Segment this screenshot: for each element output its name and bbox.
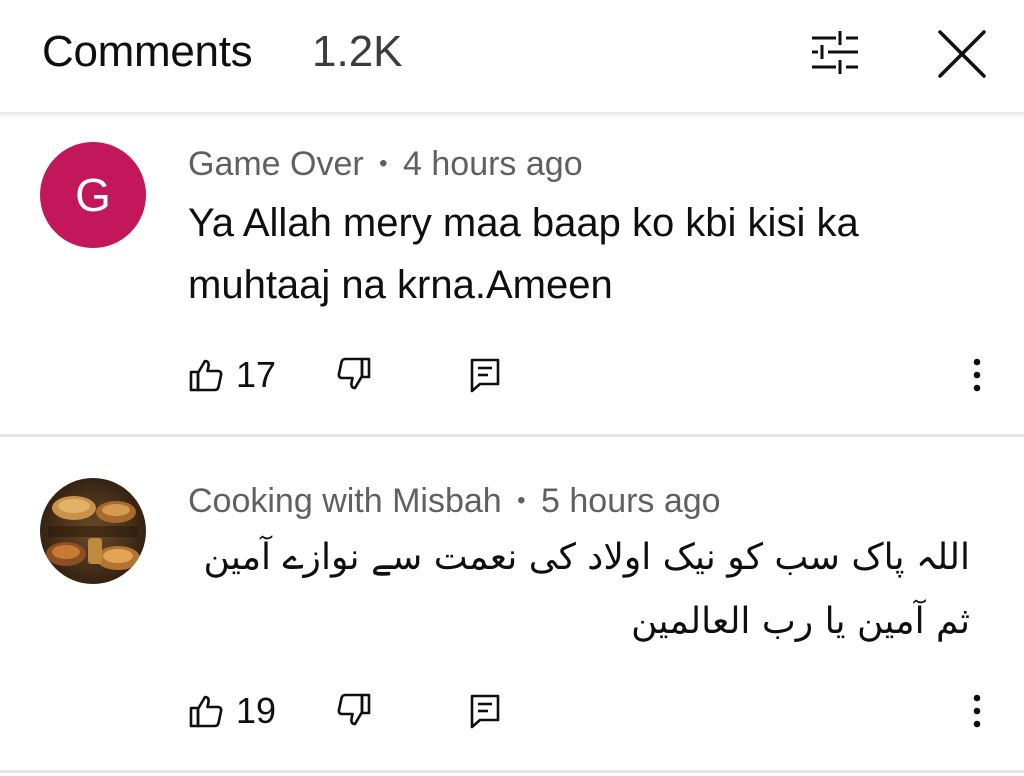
comments-title: Comments (42, 27, 253, 76)
comment-time[interactable]: 5 hours ago (541, 482, 721, 520)
comment-meta: Cooking with Misbah • 5 hours ago (188, 481, 721, 521)
dislike-button[interactable] (336, 692, 372, 733)
like-count: 17 (236, 354, 277, 395)
comment-author[interactable]: Cooking with Misbah (188, 482, 502, 520)
vertical-dots-icon (973, 694, 981, 728)
comment-meta: Game Over • 4 hours ago (188, 144, 583, 184)
avatar[interactable] (40, 478, 146, 584)
avatar-letter: G (40, 142, 146, 248)
like-button[interactable]: 17 (188, 350, 276, 400)
comment-text: اللہ پاک سب کو نیک اولاد کی نعمت سے نواز… (203, 537, 970, 642)
more-options-button[interactable] (962, 688, 992, 736)
comment-actions: 19 (188, 686, 1008, 736)
close-button[interactable] (930, 22, 994, 86)
dislike-button[interactable] (336, 356, 372, 397)
meta-separator: • (379, 150, 388, 177)
header-shadow (0, 112, 1024, 118)
comment-text: Ya Allah mery maa baap ko kbi kisi ka mu… (188, 201, 859, 307)
like-button[interactable]: 19 (188, 686, 276, 736)
reply-button[interactable] (468, 692, 502, 735)
comment-time[interactable]: 4 hours ago (403, 145, 583, 183)
close-icon (938, 30, 986, 78)
sort-filter-button[interactable] (800, 24, 870, 80)
thumbs-down-icon (337, 693, 371, 726)
meta-separator: • (517, 487, 526, 514)
vertical-dots-icon (973, 358, 981, 392)
more-options-button[interactable] (962, 352, 992, 400)
comment-actions: 17 (188, 350, 1008, 400)
thumbs-down-icon (337, 357, 371, 390)
thumbs-up-icon (189, 359, 223, 392)
comments-count: 1.2K (312, 27, 403, 76)
thumbs-up-icon (189, 695, 223, 728)
reply-comment-icon (470, 694, 500, 729)
comment-divider (0, 770, 1024, 773)
like-count: 19 (236, 690, 277, 731)
sliders-icon (812, 31, 858, 74)
avatar[interactable]: G (40, 142, 146, 248)
reply-button[interactable] (468, 356, 502, 399)
reply-comment-icon (470, 358, 500, 393)
comment-divider (0, 434, 1024, 437)
comments-header: Comments 1.2K (0, 0, 1024, 112)
food-photo-avatar (40, 478, 146, 584)
comment-author[interactable]: Game Over (188, 145, 364, 183)
